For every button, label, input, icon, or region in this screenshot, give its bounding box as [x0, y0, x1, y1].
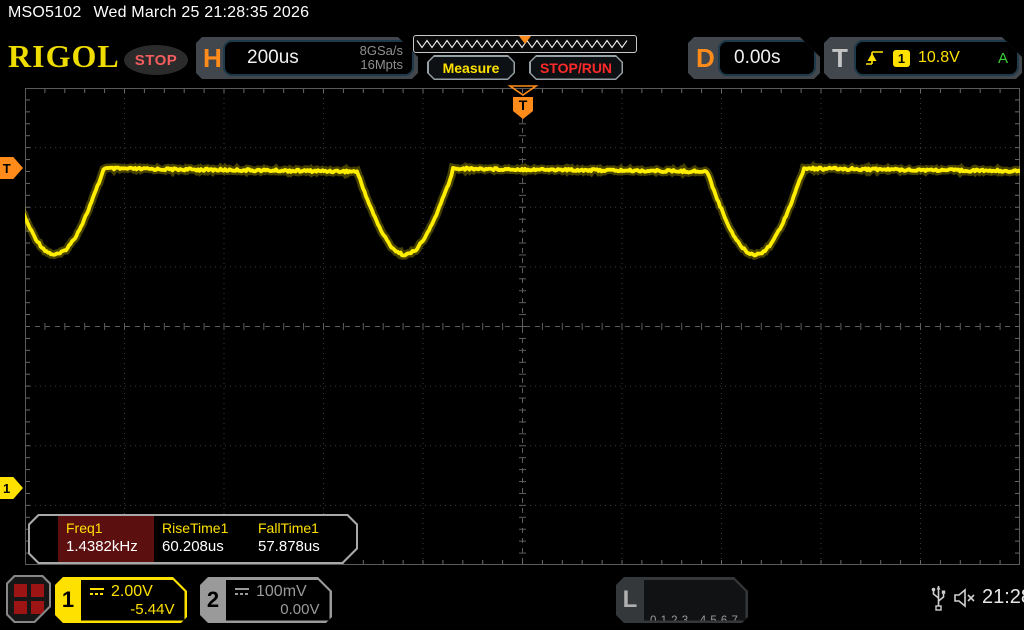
trigger-display: 1 10.8V A	[854, 40, 1019, 76]
dc-coupling-icon	[234, 587, 250, 596]
measurement-panel[interactable]: Freq1 1.4382kHz RiseTime1 60.208us FallT…	[28, 514, 358, 564]
measure-button[interactable]: Measure	[427, 55, 515, 80]
trigger-level-marker[interactable]: T	[0, 157, 23, 179]
measure-button-label: Measure	[443, 60, 500, 76]
trigger-position-marker[interactable]: T	[507, 84, 539, 122]
logic-channels-box[interactable]: L 0 1 2 3 4 5 6 7 8 9 10 11 12 13 14 15	[616, 577, 748, 623]
delay-display: 0.00s	[718, 40, 816, 76]
speaker-muted-icon[interactable]	[953, 588, 979, 608]
measurement-item-risetime[interactable]: RiseTime1 60.208us	[154, 516, 250, 562]
logic-row1: 0 1 2 3 4 5 6 7	[650, 614, 742, 629]
run-state-label: STOP	[135, 52, 178, 69]
usb-icon	[931, 584, 946, 611]
measurement-value: 57.878us	[258, 538, 346, 555]
trigger-label: T	[832, 37, 848, 79]
measurement-item-freq[interactable]: Freq1 1.4382kHz	[58, 516, 154, 562]
delay-value: 0.00s	[720, 47, 780, 69]
stop-run-button[interactable]: STOP/RUN	[529, 55, 623, 80]
menu-button[interactable]	[6, 575, 51, 623]
clock: 21:28	[982, 586, 1024, 609]
memory-trigger-position-icon	[519, 36, 531, 44]
measurement-value: 1.4382kHz	[66, 538, 154, 555]
channel1-offset: -5.44V	[89, 601, 177, 618]
channel2-offset: 0.00V	[234, 601, 322, 618]
trigger-source-badge: 1	[893, 50, 910, 67]
trigger-settings-box[interactable]: T 1 10.8V A	[824, 37, 1022, 79]
delay-settings-box[interactable]: D 0.00s	[688, 37, 820, 79]
channel1-scale: 2.00V	[111, 583, 153, 601]
measurement-label: FallTime1	[258, 520, 346, 536]
horizontal-settings-box[interactable]: H 200us 8GSa/s 16Mpts	[196, 37, 418, 79]
waveform-graticule	[25, 88, 1020, 565]
datetime: Wed March 25 21:28:35 2026	[93, 4, 309, 21]
channel2-box[interactable]: 2 100mV 0.00V	[200, 577, 332, 623]
channel2-number: 2	[200, 577, 226, 623]
timebase-display: 200us 8GSa/s 16Mpts	[223, 40, 414, 76]
channel1-number: 1	[55, 577, 81, 623]
logic-channel-list: 0 1 2 3 4 5 6 7 8 9 10 11 12 13 14 15	[644, 580, 746, 621]
sample-rate: 8GSa/s	[360, 44, 403, 58]
model-name: MSO5102	[8, 4, 81, 21]
measurement-item-falltime[interactable]: FallTime1 57.878us	[250, 516, 346, 562]
measurement-value: 60.208us	[162, 538, 250, 555]
channel1-ground-marker[interactable]: 1	[0, 477, 23, 499]
trigger-level-value: 10.8V	[918, 49, 960, 67]
memory-depth: 16Mpts	[360, 58, 403, 72]
horizontal-label: H	[203, 37, 222, 79]
logic-label: L	[616, 577, 644, 623]
top-status-bar: MSO5102 Wed March 25 21:28:35 2026	[8, 4, 309, 22]
menu-grid-icon	[8, 577, 49, 621]
measurement-label: RiseTime1	[162, 520, 250, 536]
acquisition-info: 8GSa/s 16Mpts	[360, 44, 412, 72]
memory-position-bar[interactable]	[413, 35, 637, 53]
delay-label: D	[696, 37, 715, 79]
timebase-value: 200us	[225, 47, 299, 69]
channel1-box[interactable]: 1 2.00V -5.44V	[55, 577, 187, 623]
dc-coupling-icon	[89, 587, 105, 596]
run-state-badge[interactable]: STOP	[124, 45, 188, 75]
svg-text:T: T	[519, 97, 528, 113]
rising-edge-trigger-icon	[865, 49, 885, 67]
channel2-scale: 100mV	[256, 583, 307, 601]
measurement-label: Freq1	[66, 520, 154, 536]
rigol-logo: RIGOL	[8, 38, 120, 75]
trigger-mode: A	[998, 50, 1008, 67]
stop-run-button-label: STOP/RUN	[540, 60, 612, 76]
